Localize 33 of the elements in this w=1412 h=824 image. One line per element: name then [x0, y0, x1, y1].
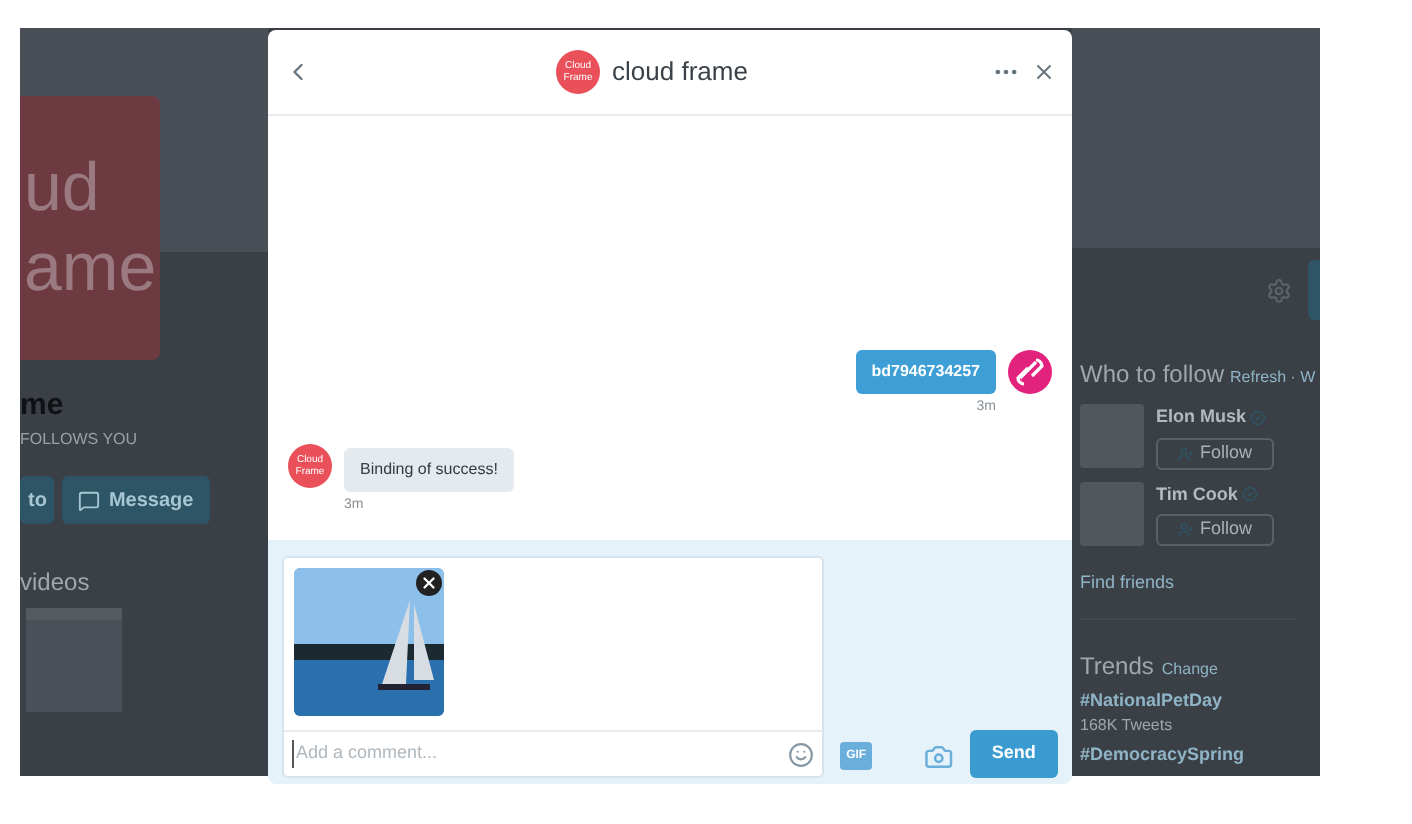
message-bubble: bd7946734257: [855, 350, 996, 394]
chain-logo-icon: [1008, 350, 1052, 394]
user-name[interactable]: Tim Cook: [1156, 481, 1238, 508]
section-title: Trends: [1080, 649, 1154, 683]
refresh-link[interactable]: Refresh · W: [1230, 366, 1316, 390]
close-icon[interactable]: [1032, 60, 1056, 84]
add-user-icon: [1178, 445, 1194, 461]
find-friends-link[interactable]: Find friends: [1080, 570, 1175, 597]
follows-label: FOLLOWS YOU: [20, 428, 138, 452]
message-icon: [78, 489, 101, 511]
verified-icon: [1250, 409, 1267, 426]
add-user-icon: [1178, 522, 1194, 538]
section-title: Who to follow: [1080, 358, 1225, 392]
change-link[interactable]: Change: [1161, 657, 1218, 681]
comment-input[interactable]: Add a comment...: [292, 740, 789, 768]
section-title: videos: [20, 566, 92, 600]
emoji-icon[interactable]: [788, 741, 815, 767]
profile-button[interactable]: to: [20, 476, 55, 524]
verified-icon: [1241, 486, 1258, 503]
trend-link[interactable]: #NationalPetDay: [1080, 687, 1223, 714]
message-button[interactable]: Message: [62, 476, 210, 524]
user-name[interactable]: Elon Musk: [1156, 404, 1247, 431]
follow-button[interactable]: Follow: [1156, 437, 1275, 469]
message-bubble: Binding of success!: [344, 447, 514, 491]
trend-link[interactable]: #DemocracySpring: [1080, 742, 1245, 769]
logo-text: ame: [24, 228, 159, 308]
follow-button[interactable]: Follow: [1156, 514, 1275, 546]
send-button[interactable]: Send: [969, 730, 1058, 778]
close-icon: [420, 574, 438, 592]
tweet-count: 168K Tweets: [1080, 714, 1173, 738]
video-thumbnail: [26, 608, 122, 712]
dialog-title: cloud frame: [612, 54, 748, 91]
logo-text: ud: [24, 148, 102, 228]
